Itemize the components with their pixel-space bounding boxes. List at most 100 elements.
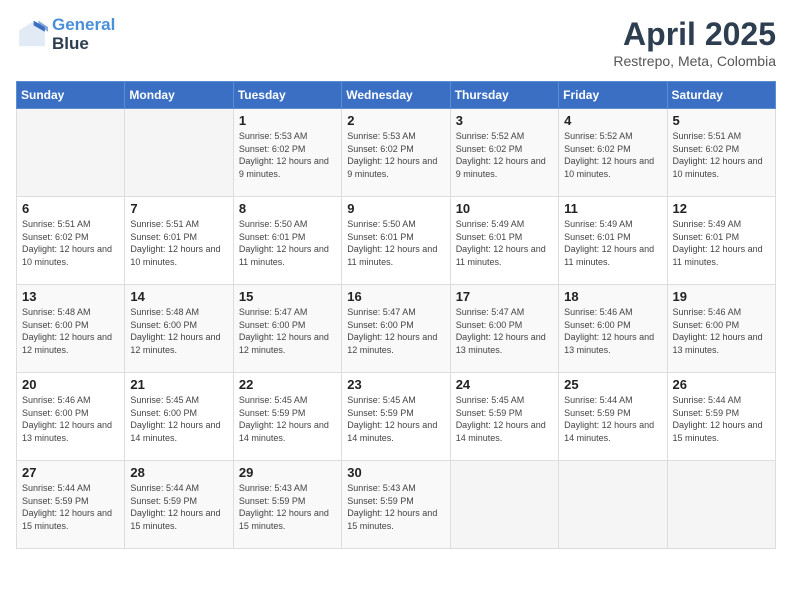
- calendar-cell: 8 Sunrise: 5:50 AM Sunset: 6:01 PM Daylig…: [233, 197, 341, 285]
- day-number: 15: [239, 289, 336, 304]
- calendar-cell: 16 Sunrise: 5:47 AM Sunset: 6:00 PM Dayli…: [342, 285, 450, 373]
- logo-icon: [16, 19, 48, 51]
- day-number: 28: [130, 465, 227, 480]
- day-number: 3: [456, 113, 553, 128]
- calendar-cell: 17 Sunrise: 5:47 AM Sunset: 6:00 PM Dayli…: [450, 285, 558, 373]
- day-info: Sunrise: 5:44 AM Sunset: 5:59 PM Dayligh…: [130, 482, 227, 532]
- day-number: 27: [22, 465, 119, 480]
- day-info: Sunrise: 5:53 AM Sunset: 6:02 PM Dayligh…: [239, 130, 336, 180]
- calendar-cell: 4Sunrise: 5:52 AM Sunset: 6:02 PM Daylig…: [559, 109, 667, 197]
- day-info: Sunrise: 5:47 AM Sunset: 6:00 PM Dayligh…: [239, 306, 336, 356]
- day-number: 17: [456, 289, 553, 304]
- day-info: Sunrise: 5:43 AM Sunset: 5:59 PM Dayligh…: [239, 482, 336, 532]
- calendar-cell: [667, 461, 775, 549]
- calendar-cell: 23 Sunrise: 5:45 AM Sunset: 5:59 PM Dayli…: [342, 373, 450, 461]
- weekday-header-row: SundayMondayTuesdayWednesdayThursdayFrid…: [17, 82, 776, 109]
- day-number: 22: [239, 377, 336, 392]
- day-number: 14: [130, 289, 227, 304]
- calendar-cell: 1 Sunrise: 5:53 AM Sunset: 6:02 PM Daylig…: [233, 109, 341, 197]
- calendar-cell: [450, 461, 558, 549]
- day-number: 24: [456, 377, 553, 392]
- day-number: 7: [130, 201, 227, 216]
- calendar-cell: 29 Sunrise: 5:43 AM Sunset: 5:59 PM Dayli…: [233, 461, 341, 549]
- calendar-cell: [125, 109, 233, 197]
- day-info: Sunrise: 5:51 AM Sunset: 6:02 PM Dayligh…: [22, 218, 119, 268]
- calendar-cell: 2 Sunrise: 5:53 AM Sunset: 6:02 PM Daylig…: [342, 109, 450, 197]
- month-title: April 2025: [613, 16, 776, 53]
- day-info: Sunrise: 5:51 AM Sunset: 6:02 PM Dayligh…: [673, 130, 770, 180]
- day-number: 20: [22, 377, 119, 392]
- calendar-cell: 19Sunrise: 5:46 AM Sunset: 6:00 PM Dayli…: [667, 285, 775, 373]
- day-number: 8: [239, 201, 336, 216]
- calendar-week-1: 1 Sunrise: 5:53 AM Sunset: 6:02 PM Daylig…: [17, 109, 776, 197]
- calendar-cell: 22 Sunrise: 5:45 AM Sunset: 5:59 PM Dayli…: [233, 373, 341, 461]
- day-info: Sunrise: 5:49 AM Sunset: 6:01 PM Dayligh…: [673, 218, 770, 268]
- day-info: Sunrise: 5:45 AM Sunset: 5:59 PM Dayligh…: [456, 394, 553, 444]
- day-number: 9: [347, 201, 444, 216]
- location-subtitle: Restrepo, Meta, Colombia: [613, 53, 776, 69]
- weekday-header-thursday: Thursday: [450, 82, 558, 109]
- day-info: Sunrise: 5:46 AM Sunset: 6:00 PM Dayligh…: [22, 394, 119, 444]
- calendar-cell: 13Sunrise: 5:48 AM Sunset: 6:00 PM Dayli…: [17, 285, 125, 373]
- calendar-cell: 27 Sunrise: 5:44 AM Sunset: 5:59 PM Dayli…: [17, 461, 125, 549]
- day-info: Sunrise: 5:50 AM Sunset: 6:01 PM Dayligh…: [239, 218, 336, 268]
- day-number: 21: [130, 377, 227, 392]
- day-number: 10: [456, 201, 553, 216]
- calendar-cell: [559, 461, 667, 549]
- day-info: Sunrise: 5:44 AM Sunset: 5:59 PM Dayligh…: [22, 482, 119, 532]
- day-info: Sunrise: 5:52 AM Sunset: 6:02 PM Dayligh…: [456, 130, 553, 180]
- calendar-cell: 21Sunrise: 5:45 AM Sunset: 6:00 PM Dayli…: [125, 373, 233, 461]
- day-info: Sunrise: 5:49 AM Sunset: 6:01 PM Dayligh…: [456, 218, 553, 268]
- day-info: Sunrise: 5:45 AM Sunset: 5:59 PM Dayligh…: [347, 394, 444, 444]
- calendar-cell: 28 Sunrise: 5:44 AM Sunset: 5:59 PM Dayli…: [125, 461, 233, 549]
- calendar-cell: 10 Sunrise: 5:49 AM Sunset: 6:01 PM Dayli…: [450, 197, 558, 285]
- calendar-cell: 15 Sunrise: 5:47 AM Sunset: 6:00 PM Dayli…: [233, 285, 341, 373]
- day-info: Sunrise: 5:47 AM Sunset: 6:00 PM Dayligh…: [456, 306, 553, 356]
- logo-line1: General: [52, 15, 115, 34]
- weekday-header-tuesday: Tuesday: [233, 82, 341, 109]
- calendar-week-5: 27 Sunrise: 5:44 AM Sunset: 5:59 PM Dayli…: [17, 461, 776, 549]
- calendar-cell: 30 Sunrise: 5:43 AM Sunset: 5:59 PM Dayli…: [342, 461, 450, 549]
- day-number: 26: [673, 377, 770, 392]
- day-info: Sunrise: 5:44 AM Sunset: 5:59 PM Dayligh…: [673, 394, 770, 444]
- day-info: Sunrise: 5:47 AM Sunset: 6:00 PM Dayligh…: [347, 306, 444, 356]
- day-info: Sunrise: 5:49 AM Sunset: 6:01 PM Dayligh…: [564, 218, 661, 268]
- calendar-week-2: 6 Sunrise: 5:51 AM Sunset: 6:02 PM Daylig…: [17, 197, 776, 285]
- calendar-cell: 5 Sunrise: 5:51 AM Sunset: 6:02 PM Daylig…: [667, 109, 775, 197]
- day-info: Sunrise: 5:53 AM Sunset: 6:02 PM Dayligh…: [347, 130, 444, 180]
- calendar-cell: 12 Sunrise: 5:49 AM Sunset: 6:01 PM Dayli…: [667, 197, 775, 285]
- calendar-cell: [17, 109, 125, 197]
- day-number: 30: [347, 465, 444, 480]
- day-number: 11: [564, 201, 661, 216]
- day-info: Sunrise: 5:46 AM Sunset: 6:00 PM Dayligh…: [564, 306, 661, 356]
- day-number: 23: [347, 377, 444, 392]
- day-info: Sunrise: 5:43 AM Sunset: 5:59 PM Dayligh…: [347, 482, 444, 532]
- weekday-header-sunday: Sunday: [17, 82, 125, 109]
- calendar-cell: 25Sunrise: 5:44 AM Sunset: 5:59 PM Dayli…: [559, 373, 667, 461]
- calendar-cell: 26 Sunrise: 5:44 AM Sunset: 5:59 PM Dayli…: [667, 373, 775, 461]
- day-number: 12: [673, 201, 770, 216]
- calendar-cell: 24 Sunrise: 5:45 AM Sunset: 5:59 PM Dayli…: [450, 373, 558, 461]
- day-number: 2: [347, 113, 444, 128]
- day-number: 6: [22, 201, 119, 216]
- calendar-table: SundayMondayTuesdayWednesdayThursdayFrid…: [16, 81, 776, 549]
- calendar-cell: 14 Sunrise: 5:48 AM Sunset: 6:00 PM Dayli…: [125, 285, 233, 373]
- day-number: 29: [239, 465, 336, 480]
- day-number: 1: [239, 113, 336, 128]
- day-number: 4: [564, 113, 661, 128]
- day-info: Sunrise: 5:48 AM Sunset: 6:00 PM Dayligh…: [130, 306, 227, 356]
- logo: General Blue: [16, 16, 115, 53]
- day-info: Sunrise: 5:45 AM Sunset: 5:59 PM Dayligh…: [239, 394, 336, 444]
- title-area: April 2025 Restrepo, Meta, Colombia: [613, 16, 776, 69]
- calendar-cell: 3 Sunrise: 5:52 AM Sunset: 6:02 PM Daylig…: [450, 109, 558, 197]
- day-number: 25: [564, 377, 661, 392]
- day-number: 16: [347, 289, 444, 304]
- day-info: Sunrise: 5:48 AM Sunset: 6:00 PM Dayligh…: [22, 306, 119, 356]
- day-number: 5: [673, 113, 770, 128]
- day-info: Sunrise: 5:51 AM Sunset: 6:01 PM Dayligh…: [130, 218, 227, 268]
- logo-text: General Blue: [52, 16, 115, 53]
- calendar-cell: 9Sunrise: 5:50 AM Sunset: 6:01 PM Daylig…: [342, 197, 450, 285]
- calendar-week-4: 20 Sunrise: 5:46 AM Sunset: 6:00 PM Dayli…: [17, 373, 776, 461]
- weekday-header-wednesday: Wednesday: [342, 82, 450, 109]
- calendar-week-3: 13Sunrise: 5:48 AM Sunset: 6:00 PM Dayli…: [17, 285, 776, 373]
